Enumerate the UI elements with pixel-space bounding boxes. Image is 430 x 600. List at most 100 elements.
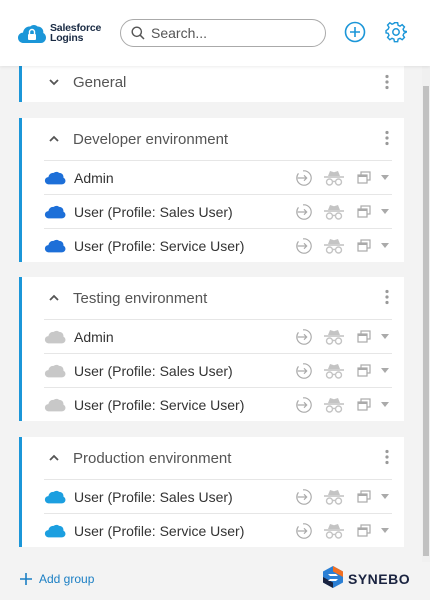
login-icon[interactable] (295, 522, 313, 540)
cloud-icon (44, 170, 66, 186)
group-menu-icon[interactable] (382, 289, 392, 305)
group-production: Production environment User (Profile: Sa… (19, 437, 404, 547)
logo-text: Salesforce Logins (50, 23, 101, 44)
incognito-icon[interactable] (323, 396, 345, 414)
caret-down-icon[interactable] (381, 402, 389, 408)
new-window-icon[interactable] (357, 364, 371, 378)
chevron-up-icon[interactable] (48, 452, 60, 464)
add-group-button[interactable]: Add group (19, 572, 94, 586)
login-icon[interactable] (295, 362, 313, 380)
caret-down-icon[interactable] (381, 175, 389, 181)
groups-list: General Developer environment Admin User… (0, 66, 422, 562)
synebo-logo-icon (323, 566, 343, 588)
incognito-icon[interactable] (323, 488, 345, 506)
login-row[interactable]: User (Profile: Sales User) (44, 479, 392, 513)
login-icon[interactable] (295, 237, 313, 255)
group-title: Developer environment (73, 130, 229, 148)
app-logo: Salesforce Logins (17, 22, 111, 44)
chevron-down-icon[interactable] (48, 76, 60, 88)
group-testing: Testing environment Admin User (Profile:… (19, 277, 404, 421)
login-row[interactable]: User (Profile: Service User) (44, 513, 392, 547)
chevron-up-icon[interactable] (48, 292, 60, 304)
login-label: User (Profile: Sales User) (74, 362, 233, 379)
incognito-icon[interactable] (323, 328, 345, 346)
caret-down-icon[interactable] (381, 209, 389, 215)
chevron-up-icon[interactable] (48, 133, 60, 145)
group-menu-icon[interactable] (382, 74, 392, 90)
new-window-icon[interactable] (357, 205, 371, 219)
new-window-icon[interactable] (357, 171, 371, 185)
salesforce-cloud-logo-icon (18, 24, 46, 43)
search-box[interactable] (120, 19, 326, 47)
row-actions (285, 237, 392, 255)
login-icon[interactable] (295, 169, 313, 187)
group-general: General (19, 66, 404, 102)
login-row[interactable]: Admin (44, 319, 392, 353)
incognito-icon[interactable] (323, 169, 345, 187)
row-actions (285, 169, 392, 187)
cloud-icon (44, 329, 66, 345)
row-actions (285, 362, 392, 380)
scrollbar-thumb[interactable] (423, 86, 429, 556)
search-input[interactable] (151, 25, 311, 41)
cloud-icon (44, 489, 66, 505)
login-label: User (Profile: Sales User) (74, 203, 233, 220)
login-label: Admin (74, 328, 114, 345)
login-row[interactable]: User (Profile: Sales User) (44, 353, 392, 387)
caret-down-icon[interactable] (381, 528, 389, 534)
cloud-icon (44, 363, 66, 379)
login-icon[interactable] (295, 488, 313, 506)
group-header[interactable]: General (22, 66, 404, 102)
login-label: User (Profile: Sales User) (74, 488, 233, 505)
incognito-icon[interactable] (323, 237, 345, 255)
login-row[interactable]: User (Profile: Sales User) (44, 194, 392, 228)
settings-button[interactable] (385, 21, 407, 43)
login-row[interactable]: User (Profile: Service User) (44, 228, 392, 262)
login-row[interactable]: Admin (44, 160, 392, 194)
incognito-icon[interactable] (323, 522, 345, 540)
login-label: Admin (74, 169, 114, 186)
row-actions (285, 328, 392, 346)
group-developer: Developer environment Admin User (Profil… (19, 118, 404, 262)
caret-down-icon[interactable] (381, 368, 389, 374)
login-row[interactable]: User (Profile: Service User) (44, 387, 392, 421)
login-icon[interactable] (295, 396, 313, 414)
group-menu-icon[interactable] (382, 130, 392, 146)
row-actions (285, 522, 392, 540)
new-window-icon[interactable] (357, 490, 371, 504)
login-label: User (Profile: Service User) (74, 396, 245, 413)
synebo-brand[interactable]: SYNEBO (322, 565, 410, 593)
cloud-icon (44, 523, 66, 539)
header: Salesforce Logins (0, 0, 430, 66)
login-icon[interactable] (295, 328, 313, 346)
group-header[interactable]: Testing environment (22, 277, 404, 319)
add-login-button[interactable] (344, 21, 366, 43)
new-window-icon[interactable] (357, 239, 371, 253)
login-label: User (Profile: Service User) (74, 522, 245, 539)
new-window-icon[interactable] (357, 524, 371, 538)
new-window-icon[interactable] (357, 398, 371, 412)
group-title: General (73, 73, 127, 91)
cloud-icon (44, 397, 66, 413)
caret-down-icon[interactable] (381, 243, 389, 249)
vertical-scrollbar[interactable] (422, 66, 430, 562)
row-actions (285, 488, 392, 506)
plus-icon (20, 573, 32, 585)
login-icon[interactable] (295, 203, 313, 221)
footer: Add group SYNEBO (0, 562, 430, 600)
group-menu-icon[interactable] (382, 449, 392, 465)
incognito-icon[interactable] (323, 362, 345, 380)
group-title: Production environment (73, 449, 232, 467)
group-title: Testing environment (73, 289, 208, 307)
new-window-icon[interactable] (357, 330, 371, 344)
cloud-icon (44, 204, 66, 220)
incognito-icon[interactable] (323, 203, 345, 221)
brand-name: SYNEBO (348, 571, 411, 587)
login-label: User (Profile: Service User) (74, 237, 245, 254)
row-actions (285, 396, 392, 414)
caret-down-icon[interactable] (381, 494, 389, 500)
group-header[interactable]: Developer environment (22, 118, 404, 160)
caret-down-icon[interactable] (381, 334, 389, 340)
logo-line-2: Logins (50, 32, 84, 44)
group-header[interactable]: Production environment (22, 437, 404, 479)
